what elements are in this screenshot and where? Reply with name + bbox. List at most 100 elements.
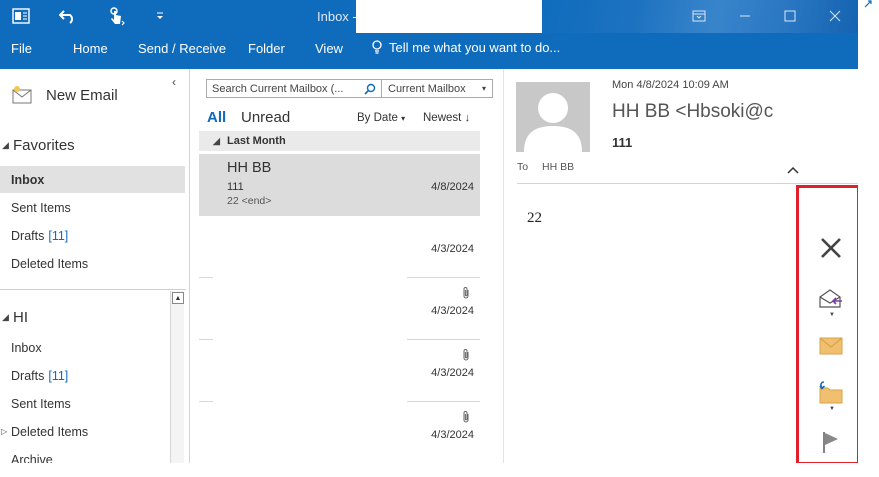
message-subject-heading: 111 xyxy=(612,135,633,150)
right-edge xyxy=(858,0,879,477)
flag-icon xyxy=(823,432,838,453)
account-inbox[interactable]: Inbox xyxy=(0,334,185,361)
chevron-down-icon[interactable]: ▼ xyxy=(829,406,835,412)
account-sent-items[interactable]: Sent Items xyxy=(0,390,185,417)
chevron-down-icon: ▾ xyxy=(481,84,486,93)
message-list: Search Current Mailbox (... Current Mail… xyxy=(191,69,504,463)
search-scope-select[interactable]: Current Mailbox ▾ xyxy=(381,79,493,98)
favorite-sent-items[interactable]: Sent Items xyxy=(0,194,185,221)
flag-button[interactable] xyxy=(817,428,845,456)
folder-count: [11] xyxy=(48,228,69,243)
customize-qat-icon[interactable] xyxy=(148,4,172,28)
sort-by-dropdown[interactable]: By Date ▾ xyxy=(357,112,405,124)
sort-by-label: By Date xyxy=(357,112,398,124)
group-label: Last Month xyxy=(227,135,286,147)
attachment-icon xyxy=(462,410,470,429)
search-input[interactable]: Search Current Mailbox (... xyxy=(206,79,382,98)
folder-label: Sent Items xyxy=(11,200,71,215)
folder-label: Inbox xyxy=(11,340,42,355)
avatar xyxy=(516,82,590,152)
outlook-window: Inbox - File Home Send / Receive Folder … xyxy=(0,0,879,477)
tab-view[interactable]: View xyxy=(315,41,343,56)
favorites-header[interactable]: ◢ Favorites xyxy=(2,137,75,154)
collapse-pane-icon[interactable]: ‹ xyxy=(172,75,176,89)
header-divider xyxy=(517,183,858,184)
tell-me-search[interactable]: Tell me what you want to do... xyxy=(371,40,560,55)
mark-read-unread-button[interactable] xyxy=(817,285,845,313)
chevron-down-icon: ▾ xyxy=(401,114,406,123)
message-preview: 22 <end> xyxy=(227,195,272,207)
outlook-app-icon[interactable] xyxy=(9,4,33,28)
unread-envelope-button[interactable] xyxy=(817,332,845,360)
tab-file[interactable]: File xyxy=(11,41,32,56)
favorite-drafts[interactable]: Drafts [11] xyxy=(0,222,185,249)
list-item[interactable]: 4/3/2024 xyxy=(199,216,480,278)
to-label: To xyxy=(517,161,529,173)
filter-unread[interactable]: Unread xyxy=(241,109,290,126)
sort-order-toggle[interactable]: Newest ↓ xyxy=(423,112,470,124)
attachment-icon xyxy=(462,286,470,305)
delete-icon xyxy=(821,238,841,258)
sort-order-label: Newest xyxy=(423,112,462,124)
bottom-edge xyxy=(0,463,879,477)
scroll-up-icon[interactable]: ▲ xyxy=(172,292,184,304)
search-icon[interactable] xyxy=(364,83,376,95)
attachment-icon xyxy=(462,348,470,367)
account-drafts[interactable]: Drafts [11] xyxy=(0,362,185,389)
message-date: 4/3/2024 xyxy=(431,305,474,317)
unread-envelope-icon xyxy=(819,337,843,355)
lightbulb-icon xyxy=(372,40,382,54)
folder-scrollbar[interactable]: ▲ xyxy=(170,291,184,463)
resize-corner-icon xyxy=(864,0,872,8)
folder-count: [11] xyxy=(48,368,69,383)
move-to-folder-button[interactable] xyxy=(817,379,845,407)
window-title: Inbox - xyxy=(317,9,357,24)
touch-mode-icon[interactable] xyxy=(104,4,128,28)
tab-folder[interactable]: Folder xyxy=(248,41,285,56)
expand-triangle-icon: ◢ xyxy=(213,135,220,146)
undo-icon[interactable] xyxy=(56,4,80,28)
favorite-deleted-items[interactable]: Deleted Items xyxy=(0,250,185,277)
collapse-header-icon[interactable] xyxy=(787,161,799,177)
expand-triangle-icon: ◢ xyxy=(2,312,9,322)
list-item[interactable]: HH BB 111 22 <end> 4/8/2024 xyxy=(199,154,480,216)
message-datetime: Mon 4/8/2024 10:09 AM xyxy=(612,79,729,91)
arrow-down-icon: ↓ xyxy=(464,112,471,124)
folder-label: Deleted Items xyxy=(11,256,89,271)
maximize-icon[interactable] xyxy=(780,6,800,26)
expand-triangle-icon[interactable]: ▷ xyxy=(1,427,10,436)
move-to-folder-icon xyxy=(819,381,843,404)
group-header-last-month[interactable]: ◢ Last Month xyxy=(199,131,480,151)
minimize-icon[interactable] xyxy=(735,6,755,26)
ribbon-display-icon[interactable] xyxy=(689,6,709,26)
new-email-label: New Email xyxy=(46,86,118,104)
message-date: 4/3/2024 xyxy=(431,429,474,441)
list-item[interactable]: 4/3/2024 xyxy=(199,402,480,463)
account-label: HI xyxy=(13,309,28,326)
to-recipient[interactable]: HH BB xyxy=(542,161,574,173)
message-date: 4/3/2024 xyxy=(431,367,474,379)
mark-read-unread-icon xyxy=(819,289,842,308)
close-icon[interactable] xyxy=(825,6,845,26)
folder-label: Drafts xyxy=(11,368,45,383)
folder-pane: ‹ New Email ◢ Favorites Inbox Sent Items… xyxy=(0,69,190,463)
chevron-down-icon[interactable]: ▼ xyxy=(829,312,835,318)
filter-all[interactable]: All xyxy=(207,109,226,126)
search-placeholder: Search Current Mailbox (... xyxy=(212,82,344,95)
tab-send-receive[interactable]: Send / Receive xyxy=(138,41,226,56)
new-email-button[interactable]: New Email xyxy=(12,85,118,105)
favorite-inbox[interactable]: Inbox xyxy=(0,166,185,193)
list-item[interactable]: 4/3/2024 xyxy=(199,278,480,340)
account-deleted-items[interactable]: ▷ Deleted Items xyxy=(0,418,185,445)
account-header[interactable]: ◢ HI xyxy=(2,309,28,326)
delete-button[interactable] xyxy=(817,234,845,262)
message-from[interactable]: HH BB <Hbsoki@c xyxy=(612,101,773,123)
list-item[interactable]: 4/3/2024 xyxy=(199,340,480,402)
folder-label: Sent Items xyxy=(11,396,71,411)
quick-actions-bar: ▼ ▼ xyxy=(796,185,860,465)
account-archive[interactable]: Archive xyxy=(0,446,185,464)
folder-label: Archive xyxy=(11,452,53,464)
message-body: 22 xyxy=(527,210,542,226)
message-sender: HH BB xyxy=(227,160,272,176)
tab-home[interactable]: Home xyxy=(73,41,108,56)
